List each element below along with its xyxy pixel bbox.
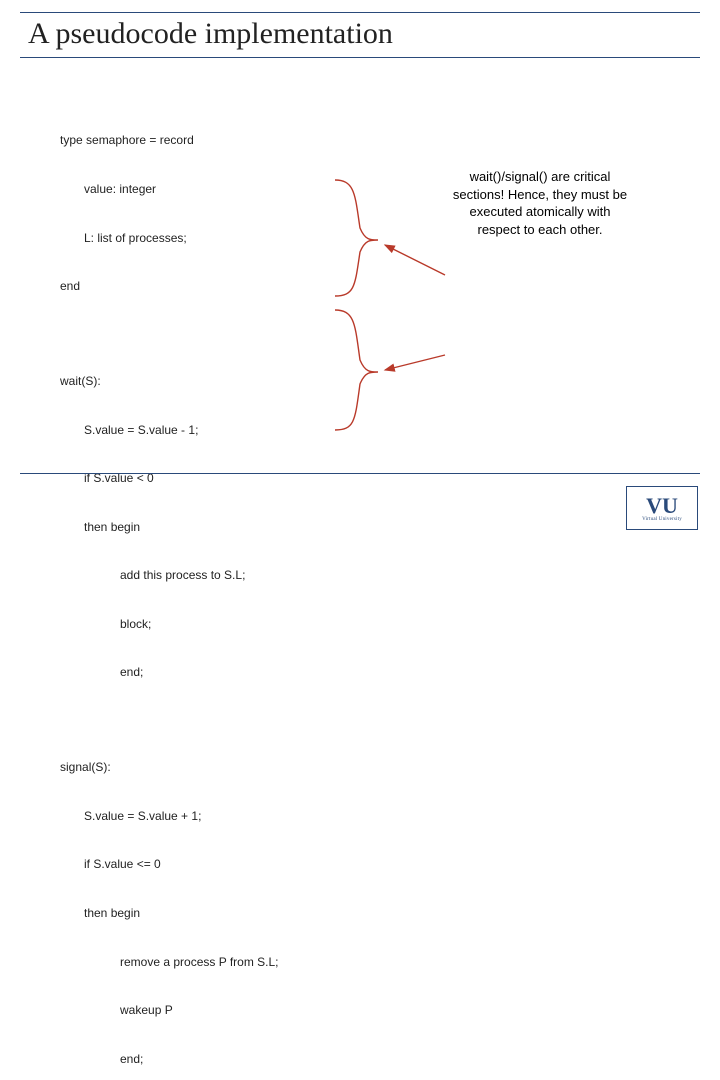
rule-footer: [20, 473, 700, 474]
code-line: S.value = S.value + 1;: [60, 808, 660, 824]
code-line: if S.value <= 0: [60, 856, 660, 872]
vu-logo: VU Virtual University: [626, 486, 698, 530]
code-line: type semaphore = record: [60, 132, 660, 148]
code-line: end;: [60, 664, 660, 680]
code-line: then begin: [60, 519, 660, 535]
content-area: type semaphore = record value: integer L…: [60, 100, 660, 450]
code-line: wait(S):: [60, 373, 660, 389]
title-area: A pseudocode implementation: [20, 12, 700, 58]
logo-sub: Virtual University: [642, 517, 682, 522]
rule-top: [20, 12, 700, 13]
code-line: S.value = S.value - 1;: [60, 422, 660, 438]
code-line: add this process to S.L;: [60, 567, 660, 583]
code-line: wakeup P: [60, 1002, 660, 1018]
code-line: remove a process P from S.L;: [60, 954, 660, 970]
code-line: signal(S):: [60, 759, 660, 775]
code-line: block;: [60, 616, 660, 632]
annotation-text: wait()/signal() are critical sections! H…: [450, 168, 630, 238]
pseudocode: type semaphore = record value: integer L…: [60, 100, 660, 1080]
rule-under-title: [20, 57, 700, 58]
page-title: A pseudocode implementation: [28, 17, 700, 51]
code-line: end;: [60, 1051, 660, 1067]
code-line: then begin: [60, 905, 660, 921]
code-line: end: [60, 278, 660, 294]
logo-main: VU: [646, 495, 678, 517]
